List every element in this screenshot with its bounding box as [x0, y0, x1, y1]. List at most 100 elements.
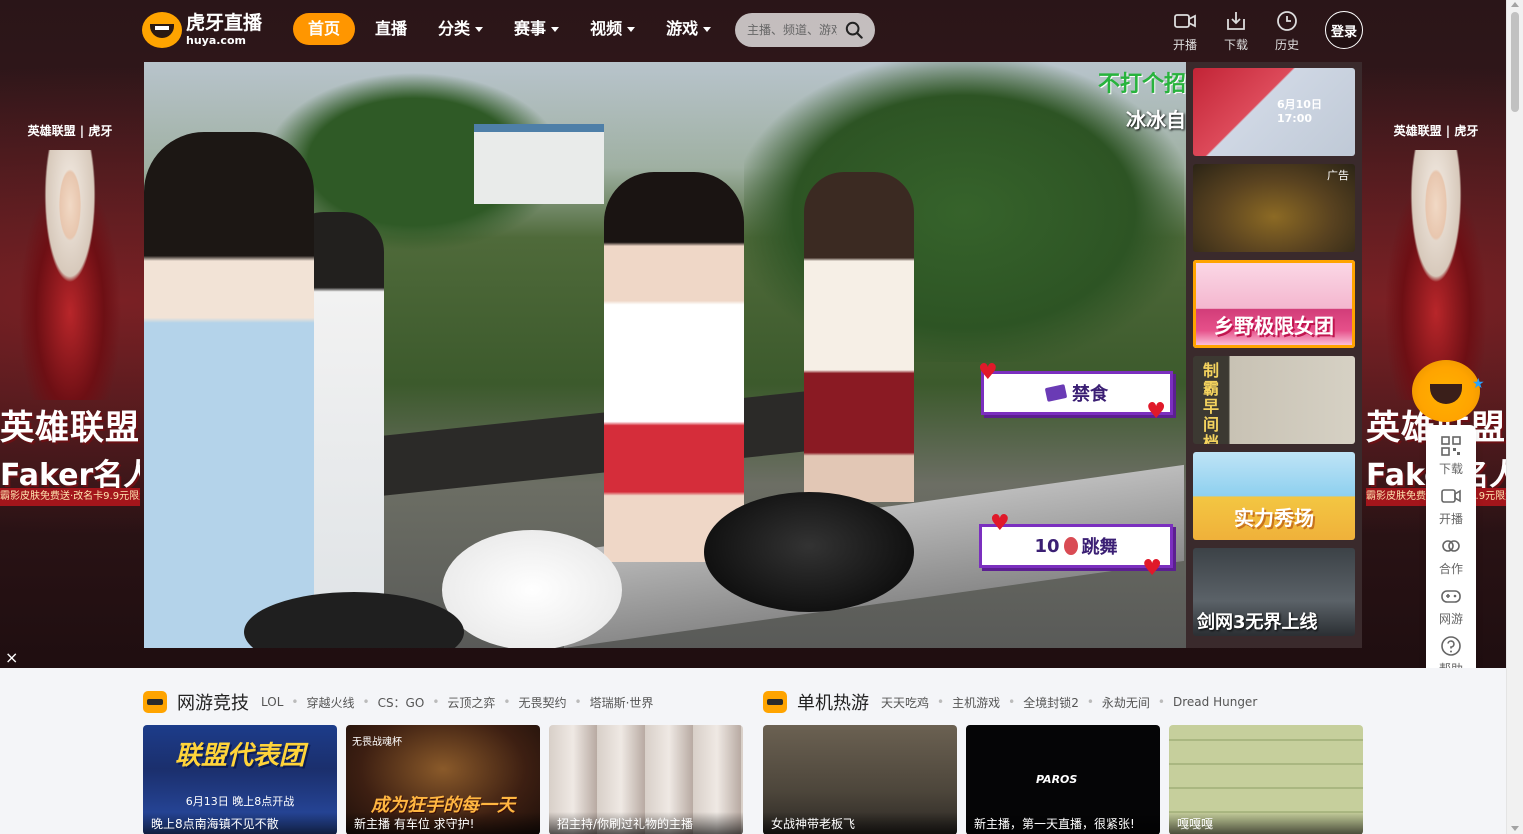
- card-subline: 6月13日 晚上8点开战: [185, 795, 295, 808]
- header-tools: 开播 下载 历史: [1168, 9, 1321, 53]
- rt-online-games-label: 网游: [1438, 612, 1463, 626]
- thumbnail-item[interactable]: 6月10日 17:00: [1193, 68, 1355, 156]
- section-tag[interactable]: LOL: [261, 695, 283, 709]
- section-tag[interactable]: 主机游戏: [952, 694, 1000, 711]
- huya-logo[interactable]: 虎牙直播 huya.com: [142, 10, 266, 50]
- stream-card[interactable]: 招主持/你刷过礼物的主播: [549, 725, 743, 834]
- nav-video[interactable]: 视频: [590, 13, 636, 45]
- stream-card[interactable]: 无畏战魂杯 成为狂手的每一天 新主播 有车位 求守护!: [346, 725, 540, 834]
- nav-category-label: 分类: [438, 19, 471, 38]
- thumbnail-item[interactable]: 乡野极限女团: [1193, 260, 1355, 348]
- scene-person: [144, 132, 314, 648]
- section-title[interactable]: 网游竞技: [177, 689, 249, 715]
- star-icon: ★: [1472, 376, 1485, 392]
- search-input[interactable]: [747, 23, 837, 37]
- section-tag[interactable]: CS：GO: [378, 694, 425, 711]
- stream-card[interactable]: PAROS 新主播，第一天直播，很紧张!: [966, 725, 1160, 834]
- scene-person: [804, 172, 914, 502]
- header-history[interactable]: 历史: [1270, 9, 1304, 53]
- live-video-player[interactable]: 不打个招 冰冰自 ♥ 禁食 ♥ ♥ 10 跳舞 ♥: [144, 62, 1186, 648]
- heart-icon: ♥: [978, 360, 998, 385]
- nav-category[interactable]: 分类: [438, 13, 484, 45]
- nav-events[interactable]: 赛事: [514, 13, 560, 45]
- logo-text-en: huya.com: [186, 34, 246, 47]
- header-download[interactable]: 下载: [1219, 9, 1253, 53]
- search-box: [735, 13, 875, 47]
- login-button[interactable]: 登录: [1325, 11, 1363, 49]
- top-header: 虎牙直播 huya.com 首页 直播 分类 赛事 视频 游戏 开播: [0, 0, 1506, 60]
- overlay-subtitle: 冰冰自: [1126, 108, 1186, 132]
- gamepad-icon: [763, 691, 787, 713]
- header-history-label: 历史: [1274, 38, 1299, 52]
- thumbnail-caption: 剑网3无界上线: [1197, 612, 1318, 633]
- section-title[interactable]: 单机热游: [797, 689, 869, 715]
- section-online-games-header: 网游竞技 LOL • 穿越火线 • CS：GO • 云顶之弈 • 无畏契约 • 塔瑞斯·世…: [143, 687, 653, 717]
- stream-card[interactable]: 嘎嘎嘎: [1169, 725, 1363, 834]
- thumbnail-caption: 实力秀场: [1234, 506, 1314, 530]
- stream-card[interactable]: 联盟代表团 6月13日 晚上8点开战 晚上8点南海镇不见不散: [143, 725, 337, 834]
- gamepad-icon: [1441, 590, 1461, 603]
- close-ad-button[interactable]: ×: [5, 648, 18, 667]
- scrollbar-thumb[interactable]: [1511, 12, 1519, 112]
- scroll-up-arrow-icon[interactable]: [1511, 2, 1519, 7]
- section-single-player-header: 单机热游 天天吃鸡 • 主机游戏 • 全境封锁2 • 永劫无间 • Dread Hung…: [763, 687, 1257, 717]
- hero-banner: 英雄联盟 | 虎牙 英雄联盟 Faker名人堂皮肤 霸影皮肤免费送·改名卡9.9…: [0, 0, 1506, 668]
- thumbnail-item[interactable]: 实力秀场: [1193, 452, 1355, 540]
- gamepad-icon: [143, 691, 167, 713]
- camera-icon: [1441, 489, 1461, 503]
- section-tag[interactable]: Dread Hunger: [1173, 695, 1257, 709]
- section-tag[interactable]: 永劫无间: [1102, 694, 1150, 711]
- thumbnail-item[interactable]: 制霸早间档: [1193, 356, 1355, 444]
- handshake-icon: [1442, 540, 1460, 552]
- rt-start-stream-label: 开播: [1438, 512, 1463, 526]
- section-tag[interactable]: 天天吃鸡: [881, 694, 929, 711]
- sticker-dance-number: 10: [1034, 535, 1060, 557]
- sticker-dance-text: 跳舞: [1081, 537, 1118, 558]
- nav-games[interactable]: 游戏: [666, 13, 712, 45]
- section-tag[interactable]: 全境封锁2: [1023, 694, 1079, 711]
- nav-live-label: 直播: [375, 19, 408, 38]
- ad-badge: 广告: [1327, 169, 1349, 182]
- rt-cooperate[interactable]: 合作: [1426, 535, 1476, 585]
- heart-icon: ♥: [1142, 556, 1162, 581]
- scroll-down-arrow-icon[interactable]: [1511, 826, 1519, 831]
- card-caption: 女战神带老板飞: [763, 812, 957, 834]
- section-tag[interactable]: 塔瑞斯·世界: [590, 694, 654, 711]
- tag-separator: •: [362, 695, 370, 709]
- book-icon: [1044, 384, 1068, 402]
- side-ad-left[interactable]: 英雄联盟 | 虎牙 英雄联盟 Faker名人堂皮肤 霸影皮肤免费送·改名卡9.9…: [0, 110, 140, 530]
- scene-house: [474, 124, 604, 204]
- heart-icon: ♥: [1146, 399, 1166, 424]
- download-icon: [1227, 12, 1245, 30]
- stream-card[interactable]: 女战神带老板飞: [763, 725, 957, 834]
- tag-separator: •: [503, 695, 511, 709]
- page-scrollbar[interactable]: [1506, 0, 1523, 834]
- nav-video-label: 视频: [590, 19, 623, 38]
- ad-promo: 霸影皮肤免费送·改名卡9.9元限量抢购: [0, 488, 140, 506]
- rt-online-games[interactable]: 网游: [1426, 585, 1476, 635]
- section-tag[interactable]: 无畏契约: [518, 694, 566, 711]
- tag-separator: •: [574, 695, 582, 709]
- scene-person: [604, 172, 744, 562]
- rt-start-stream[interactable]: 开播: [1426, 485, 1476, 535]
- tag-separator: •: [1157, 695, 1165, 709]
- chevron-down-icon: [551, 26, 560, 32]
- thumbnail-item[interactable]: 广告: [1193, 164, 1355, 252]
- nav-live[interactable]: 直播: [375, 13, 407, 45]
- section-tag[interactable]: 云顶之弈: [447, 694, 495, 711]
- nav-events-label: 赛事: [514, 19, 547, 38]
- section-tag[interactable]: 穿越火线: [306, 694, 354, 711]
- search-icon[interactable]: [845, 21, 863, 39]
- thumbnail-item[interactable]: 剑网3无界上线: [1193, 548, 1355, 636]
- heart-icon: ♥: [990, 511, 1010, 536]
- nav-home[interactable]: 首页: [293, 13, 356, 45]
- rt-download[interactable]: 下载: [1426, 435, 1476, 485]
- rt-download-label: 下载: [1438, 462, 1463, 476]
- nav-home-label: 首页: [308, 19, 341, 38]
- huya-mascot-icon[interactable]: ★: [1412, 360, 1485, 422]
- header-start-stream[interactable]: 开播: [1168, 9, 1202, 53]
- card-caption: 新主播 有车位 求守护!: [346, 812, 540, 834]
- chevron-down-icon: [627, 26, 636, 32]
- thumbnail-caption: 制霸早间档: [1203, 361, 1220, 445]
- logo-text-cn: 虎牙直播: [186, 12, 263, 34]
